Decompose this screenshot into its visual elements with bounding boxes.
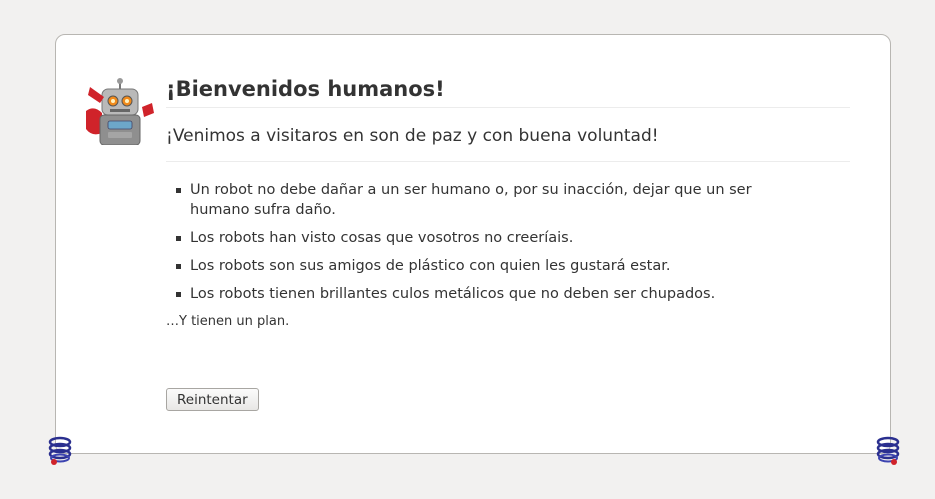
spring-icon — [48, 436, 72, 465]
plan-text: …Y tienen un plan. — [166, 314, 290, 329]
robot-icon — [86, 78, 154, 145]
spring-icon — [876, 436, 900, 465]
square-bullet-icon — [176, 236, 181, 241]
square-bullet-icon — [176, 292, 181, 297]
square-bullet-icon — [176, 264, 181, 269]
page-subtitle: ¡Venimos a visitaros en son de paz y con… — [166, 125, 850, 162]
page-title: ¡Bienvenidos humanos! — [166, 75, 850, 108]
list-item: Los robots tienen brillantes culos metál… — [176, 284, 756, 304]
list-item: Los robots son sus amigos de plástico co… — [176, 256, 756, 276]
list-item-text: Un robot no debe dañar a un ser humano o… — [190, 182, 752, 218]
robot-laws-list: Un robot no debe dañar a un ser humano o… — [176, 180, 756, 304]
retry-button[interactable]: Reintentar — [166, 388, 259, 411]
welcome-card: ¡Bienvenidos humanos! ¡Venimos a visitar… — [55, 34, 891, 454]
list-item: Un robot no debe dañar a un ser humano o… — [176, 180, 756, 220]
square-bullet-icon — [176, 188, 181, 193]
main-content: ¡Bienvenidos humanos! ¡Venimos a visitar… — [166, 75, 850, 329]
list-item-text: Los robots tienen brillantes culos metál… — [190, 286, 716, 302]
list-item-text: Los robots han visto cosas que vosotros … — [190, 230, 574, 246]
list-item-text: Los robots son sus amigos de plástico co… — [190, 258, 671, 274]
list-item: Los robots han visto cosas que vosotros … — [176, 228, 756, 248]
